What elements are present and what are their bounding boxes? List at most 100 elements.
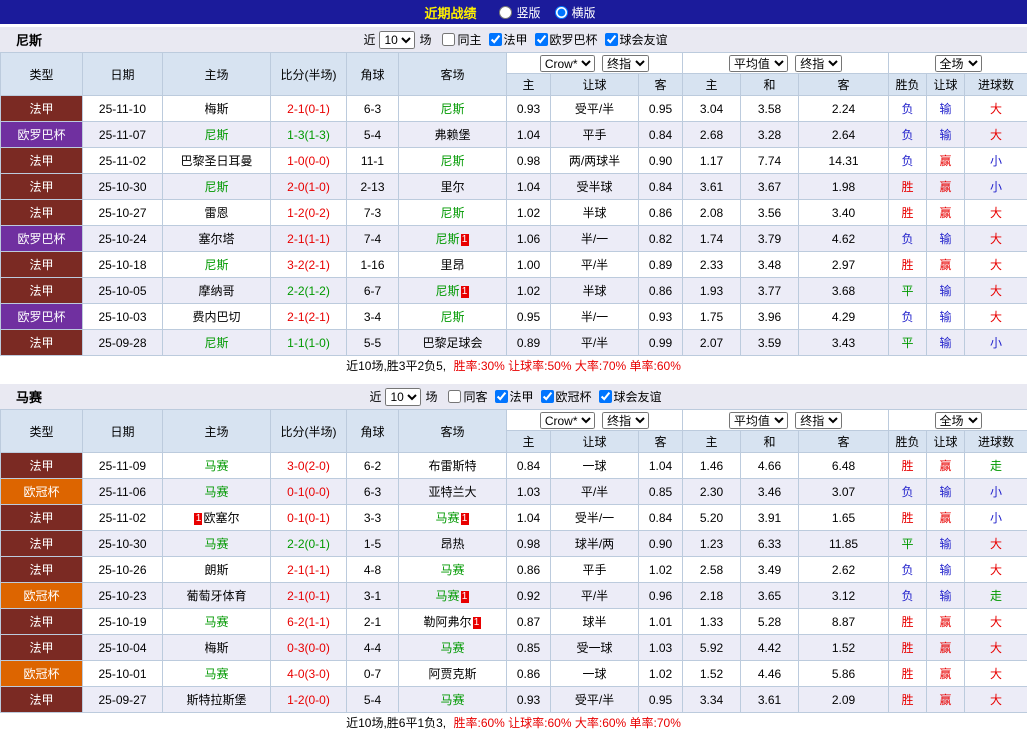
home-team-name[interactable]: 欧塞尔 [203,511,239,525]
filter-same-venue[interactable]: 同主 [442,31,481,48]
away-team-name[interactable]: 尼斯 [440,206,464,220]
filter-league-2[interactable]: 欧罗巴杯 [535,31,598,48]
home-team-name[interactable]: 尼斯 [204,336,228,350]
score-halftime[interactable]: 0-1(0-1) [271,505,347,531]
filter-same-venue[interactable]: 同客 [448,388,487,405]
score-halftime[interactable]: 2-1(1-1) [271,557,347,583]
score-halftime[interactable]: 1-1(1-0) [271,330,347,356]
match-count-select[interactable]: 10 [379,31,415,49]
col-winloss: 胜负 [889,74,927,96]
away-team-name[interactable]: 尼斯 [435,284,459,298]
layout-radio-horizontal[interactable]: 横版 [555,4,596,21]
league-checkbox[interactable] [599,390,612,403]
league-checkbox[interactable] [495,390,508,403]
asian-odds-time-select[interactable]: 终指 [602,55,649,72]
score-halftime[interactable]: 3-0(2-0) [271,453,347,479]
filter-league-3[interactable]: 球会友谊 [599,388,662,405]
away-team-name[interactable]: 弗赖堡 [434,128,470,142]
score-halftime[interactable]: 2-2(1-2) [271,278,347,304]
home-team-name[interactable]: 马赛 [204,537,228,551]
euro-average-select[interactable]: 平均值 [729,55,788,72]
home-team-name[interactable]: 尼斯 [204,180,228,194]
home-team-name[interactable]: 尼斯 [204,128,228,142]
home-team-name[interactable]: 巴黎圣日耳曼 [180,154,252,168]
score-halftime[interactable]: 1-2(0-2) [271,200,347,226]
filter-league-3[interactable]: 球会友谊 [605,31,668,48]
score-halftime[interactable]: 2-1(0-1) [271,583,347,609]
score-halftime[interactable]: 0-3(0-0) [271,635,347,661]
league-checkbox[interactable] [541,390,554,403]
same-venue-checkbox[interactable] [448,390,461,403]
layout-radio-vertical[interactable]: 竖版 [499,4,540,21]
filter-league-1[interactable]: 法甲 [489,31,528,48]
home-team-name[interactable]: 马赛 [204,667,228,681]
match-row: 欧罗巴杯 25-10-03 费内巴切 2-1(2-1) 3-4 尼斯 0.95 … [1,304,1027,330]
away-team-name[interactable]: 布雷斯特 [428,459,476,473]
home-team-name[interactable]: 马赛 [204,485,228,499]
score-halftime[interactable]: 2-1(1-1) [271,226,347,252]
home-team-name[interactable]: 尼斯 [204,258,228,272]
home-team-name[interactable]: 雷恩 [204,206,228,220]
score-halftime[interactable]: 2-1(0-1) [271,96,347,122]
same-venue-checkbox[interactable] [442,33,455,46]
col-asian-handicap: 让球 [551,431,639,453]
score-halftime[interactable]: 2-1(2-1) [271,304,347,330]
home-team-name[interactable]: 梅斯 [204,641,228,655]
away-team-name[interactable]: 阿贾克斯 [428,667,476,681]
home-team-name[interactable]: 马赛 [204,459,228,473]
match-row: 法甲 25-10-30 马赛 2-2(0-1) 1-5 昂热 0.98 球半/两… [1,531,1027,557]
asian-handicap: 平/半 [551,330,639,356]
filter-league-2[interactable]: 欧冠杯 [541,388,592,405]
league-checkbox[interactable] [605,33,618,46]
corners: 1-16 [347,252,399,278]
away-team-name[interactable]: 里昂 [440,258,464,272]
away-team-name[interactable]: 尼斯 [440,310,464,324]
home-team-name[interactable]: 塞尔塔 [198,232,234,246]
bookmaker-select[interactable]: Crow* [540,412,595,429]
score-halftime[interactable]: 4-0(3-0) [271,661,347,687]
score-halftime[interactable]: 1-0(0-0) [271,148,347,174]
away-team-name[interactable]: 马赛 [440,563,464,577]
league-checkbox[interactable] [535,33,548,46]
euro-average-select[interactable]: 平均值 [729,412,788,429]
away-team-name[interactable]: 勒阿弗尔 [423,615,471,629]
euro-odds-time-select[interactable]: 终指 [795,412,842,429]
home-team-name[interactable]: 费内巴切 [192,310,240,324]
away-team-name[interactable]: 巴黎足球会 [422,336,482,350]
home-team-name[interactable]: 朗斯 [204,563,228,577]
away-team-name[interactable]: 马赛 [435,511,459,525]
league-checkbox[interactable] [489,33,502,46]
score-halftime[interactable]: 2-0(1-0) [271,174,347,200]
score-halftime[interactable]: 3-2(2-1) [271,252,347,278]
home-team-name[interactable]: 摩纳哥 [198,284,234,298]
home-team-name[interactable]: 斯特拉斯堡 [186,693,246,707]
score-halftime[interactable]: 0-1(0-0) [271,479,347,505]
away-team-name[interactable]: 尼斯 [440,102,464,116]
bookmaker-select[interactable]: Crow* [540,55,595,72]
score-halftime[interactable]: 6-2(1-1) [271,609,347,635]
euro-odds-time-select[interactable]: 终指 [795,55,842,72]
away-team-name[interactable]: 马赛 [440,693,464,707]
home-team-cell: 巴黎圣日耳曼 [163,148,271,174]
away-team-name[interactable]: 昂热 [440,537,464,551]
score-halftime[interactable]: 1-2(0-0) [271,687,347,713]
scope-select[interactable]: 全场 [935,412,982,429]
away-team-name[interactable]: 马赛 [435,589,459,603]
home-team-name[interactable]: 马赛 [204,615,228,629]
scope-select[interactable]: 全场 [935,55,982,72]
score-halftime[interactable]: 1-3(1-3) [271,122,347,148]
asian-odds-time-select[interactable]: 终指 [602,412,649,429]
horizontal-radio[interactable] [555,6,568,19]
away-team-name[interactable]: 尼斯 [440,154,464,168]
away-team-name[interactable]: 亚特兰大 [428,485,476,499]
home-team-name[interactable]: 葡萄牙体育 [186,589,246,603]
home-team-name[interactable]: 梅斯 [204,102,228,116]
result-handicap: 输 [927,557,965,583]
match-count-select[interactable]: 10 [385,388,421,406]
away-team-name[interactable]: 尼斯 [435,232,459,246]
vertical-radio[interactable] [499,6,512,19]
away-team-name[interactable]: 马赛 [440,641,464,655]
away-team-name[interactable]: 里尔 [440,180,464,194]
score-halftime[interactable]: 2-2(0-1) [271,531,347,557]
filter-league-1[interactable]: 法甲 [495,388,534,405]
